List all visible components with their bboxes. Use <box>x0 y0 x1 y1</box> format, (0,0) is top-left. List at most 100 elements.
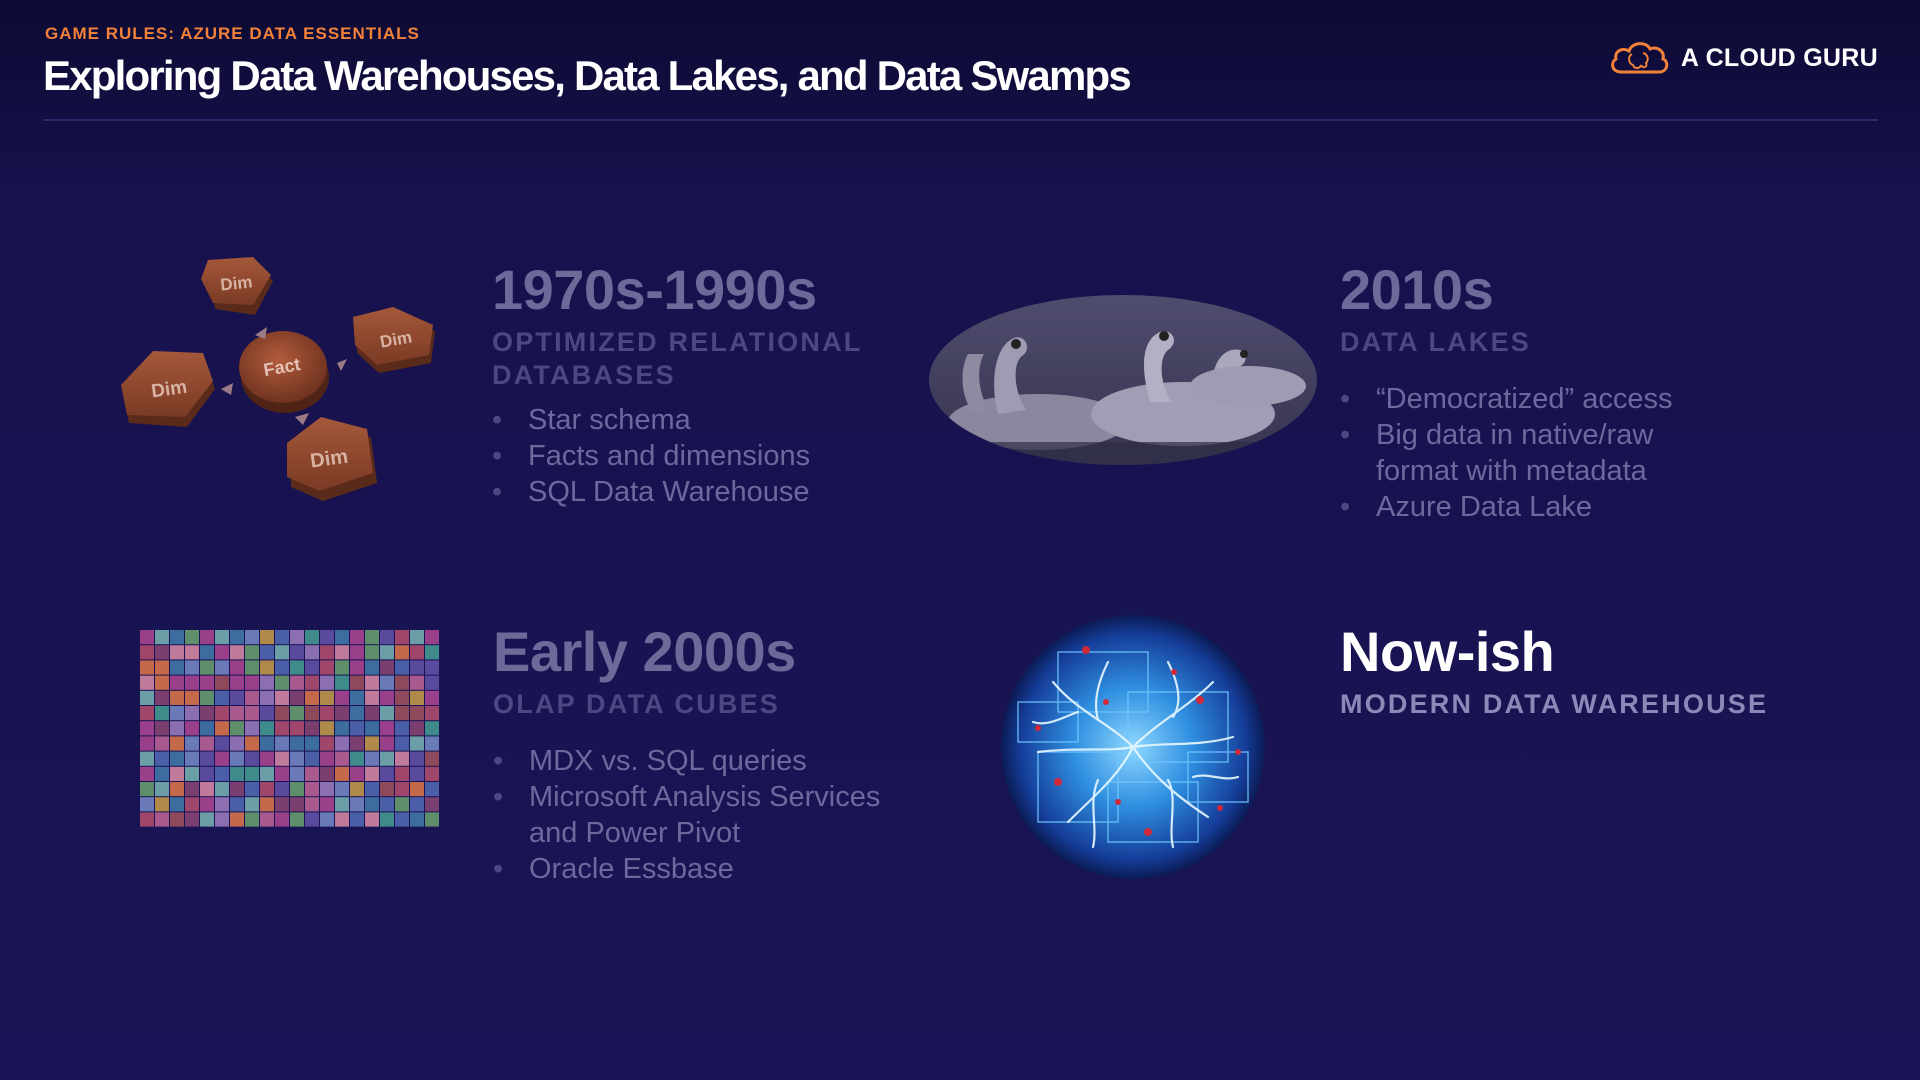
mosaic-tile <box>410 782 424 797</box>
mosaic-tile <box>290 721 304 736</box>
era-heading: 2010s <box>1340 258 1494 321</box>
mosaic-tile <box>365 721 379 736</box>
mosaic-tile <box>395 751 409 766</box>
swans-image <box>929 295 1317 465</box>
mosaic-tile <box>335 690 349 705</box>
mosaic-tile <box>335 751 349 766</box>
mosaic-tile <box>290 706 304 721</box>
mosaic-tile <box>155 645 169 660</box>
mosaic-tile <box>305 766 319 781</box>
list-item: Big data in native/raw format with metad… <box>1340 417 1700 489</box>
slide-kicker: GAME RULES: AZURE DATA ESSENTIALS <box>45 24 420 43</box>
mosaic-tile <box>200 706 214 721</box>
mosaic-tile <box>350 766 364 781</box>
mosaic-tile <box>395 812 409 827</box>
mosaic-tile <box>335 797 349 812</box>
era-subheading: DATA LAKES <box>1340 327 1531 357</box>
mosaic-tile <box>245 675 259 690</box>
mosaic-tile <box>410 736 424 751</box>
mosaic-tile <box>425 797 439 812</box>
mosaic-tile <box>395 797 409 812</box>
mosaic-tile <box>155 797 169 812</box>
mosaic-tile <box>395 782 409 797</box>
era-heading: 1970s-1990s <box>492 258 817 321</box>
section-modern: Now-ish MODERN DATA WAREHOUSE <box>1340 620 1800 721</box>
mosaic-tile <box>395 690 409 705</box>
mosaic-tile <box>215 736 229 751</box>
mosaic-tile <box>275 782 289 797</box>
mosaic-tile <box>365 751 379 766</box>
mosaic-tile <box>155 706 169 721</box>
mosaic-tile <box>305 690 319 705</box>
cloud-brain-icon <box>1610 42 1669 74</box>
mosaic-tile <box>395 706 409 721</box>
list-item: Oracle Essbase <box>493 851 923 887</box>
mosaic-tile <box>260 645 274 660</box>
mosaic-tile <box>350 736 364 751</box>
mosaic-tile <box>350 675 364 690</box>
mosaic-tile <box>410 797 424 812</box>
mosaic-tile <box>320 812 334 827</box>
mosaic-tile <box>185 660 199 675</box>
mosaic-tile <box>155 630 169 645</box>
mosaic-tile <box>215 766 229 781</box>
mosaic-tile <box>425 690 439 705</box>
mosaic-tile <box>260 675 274 690</box>
mosaic-tile <box>335 675 349 690</box>
mosaic-tile <box>230 630 244 645</box>
mosaic-tile <box>425 766 439 781</box>
mosaic-tile <box>395 660 409 675</box>
mosaic-tile <box>170 690 184 705</box>
mosaic-tile <box>140 721 154 736</box>
mosaic-tile <box>200 645 214 660</box>
mosaic-tile <box>200 630 214 645</box>
mosaic-tile <box>155 782 169 797</box>
mosaic-tile <box>365 766 379 781</box>
mosaic-tile <box>305 812 319 827</box>
dim-node-top: Dim <box>201 257 273 315</box>
bullet-list: MDX vs. SQL queries Microsoft Analysis S… <box>493 743 923 887</box>
mosaic-tile <box>215 751 229 766</box>
mosaic-tile <box>425 660 439 675</box>
mosaic-tile <box>185 630 199 645</box>
mosaic-tile <box>365 797 379 812</box>
mosaic-tile <box>425 721 439 736</box>
mosaic-tile <box>380 706 394 721</box>
mosaic-tile <box>170 645 184 660</box>
mosaic-tile <box>425 706 439 721</box>
mosaic-tile <box>335 782 349 797</box>
mosaic-tile <box>275 675 289 690</box>
mosaic-tile <box>290 797 304 812</box>
mosaic-tile <box>335 660 349 675</box>
mosaic-tile <box>260 721 274 736</box>
mosaic-tile <box>260 782 274 797</box>
mosaic-tile <box>380 630 394 645</box>
mosaic-tile <box>230 797 244 812</box>
mosaic-tile <box>395 721 409 736</box>
mosaic-tile <box>350 751 364 766</box>
mosaic-tile <box>275 736 289 751</box>
mosaic-tile <box>380 675 394 690</box>
mosaic-tile <box>410 690 424 705</box>
mosaic-tile <box>290 690 304 705</box>
mosaic-tile <box>335 812 349 827</box>
mosaic-tile <box>140 630 154 645</box>
mosaic-tile <box>230 736 244 751</box>
mosaic-tile <box>350 797 364 812</box>
mosaic-tile <box>215 645 229 660</box>
mosaic-tile <box>410 645 424 660</box>
list-item: Microsoft Analysis Services and Power Pi… <box>493 779 893 851</box>
mosaic-tile <box>155 721 169 736</box>
mosaic-tile <box>215 675 229 690</box>
mosaic-tile <box>170 675 184 690</box>
mosaic-tile <box>305 797 319 812</box>
mosaic-tile <box>245 721 259 736</box>
mosaic-tile <box>260 630 274 645</box>
mosaic-tile <box>320 675 334 690</box>
mosaic-tile <box>320 721 334 736</box>
mosaic-tile <box>185 751 199 766</box>
mosaic-tile <box>185 736 199 751</box>
mosaic-tile <box>395 630 409 645</box>
mosaic-tile <box>275 690 289 705</box>
mosaic-tile <box>395 675 409 690</box>
